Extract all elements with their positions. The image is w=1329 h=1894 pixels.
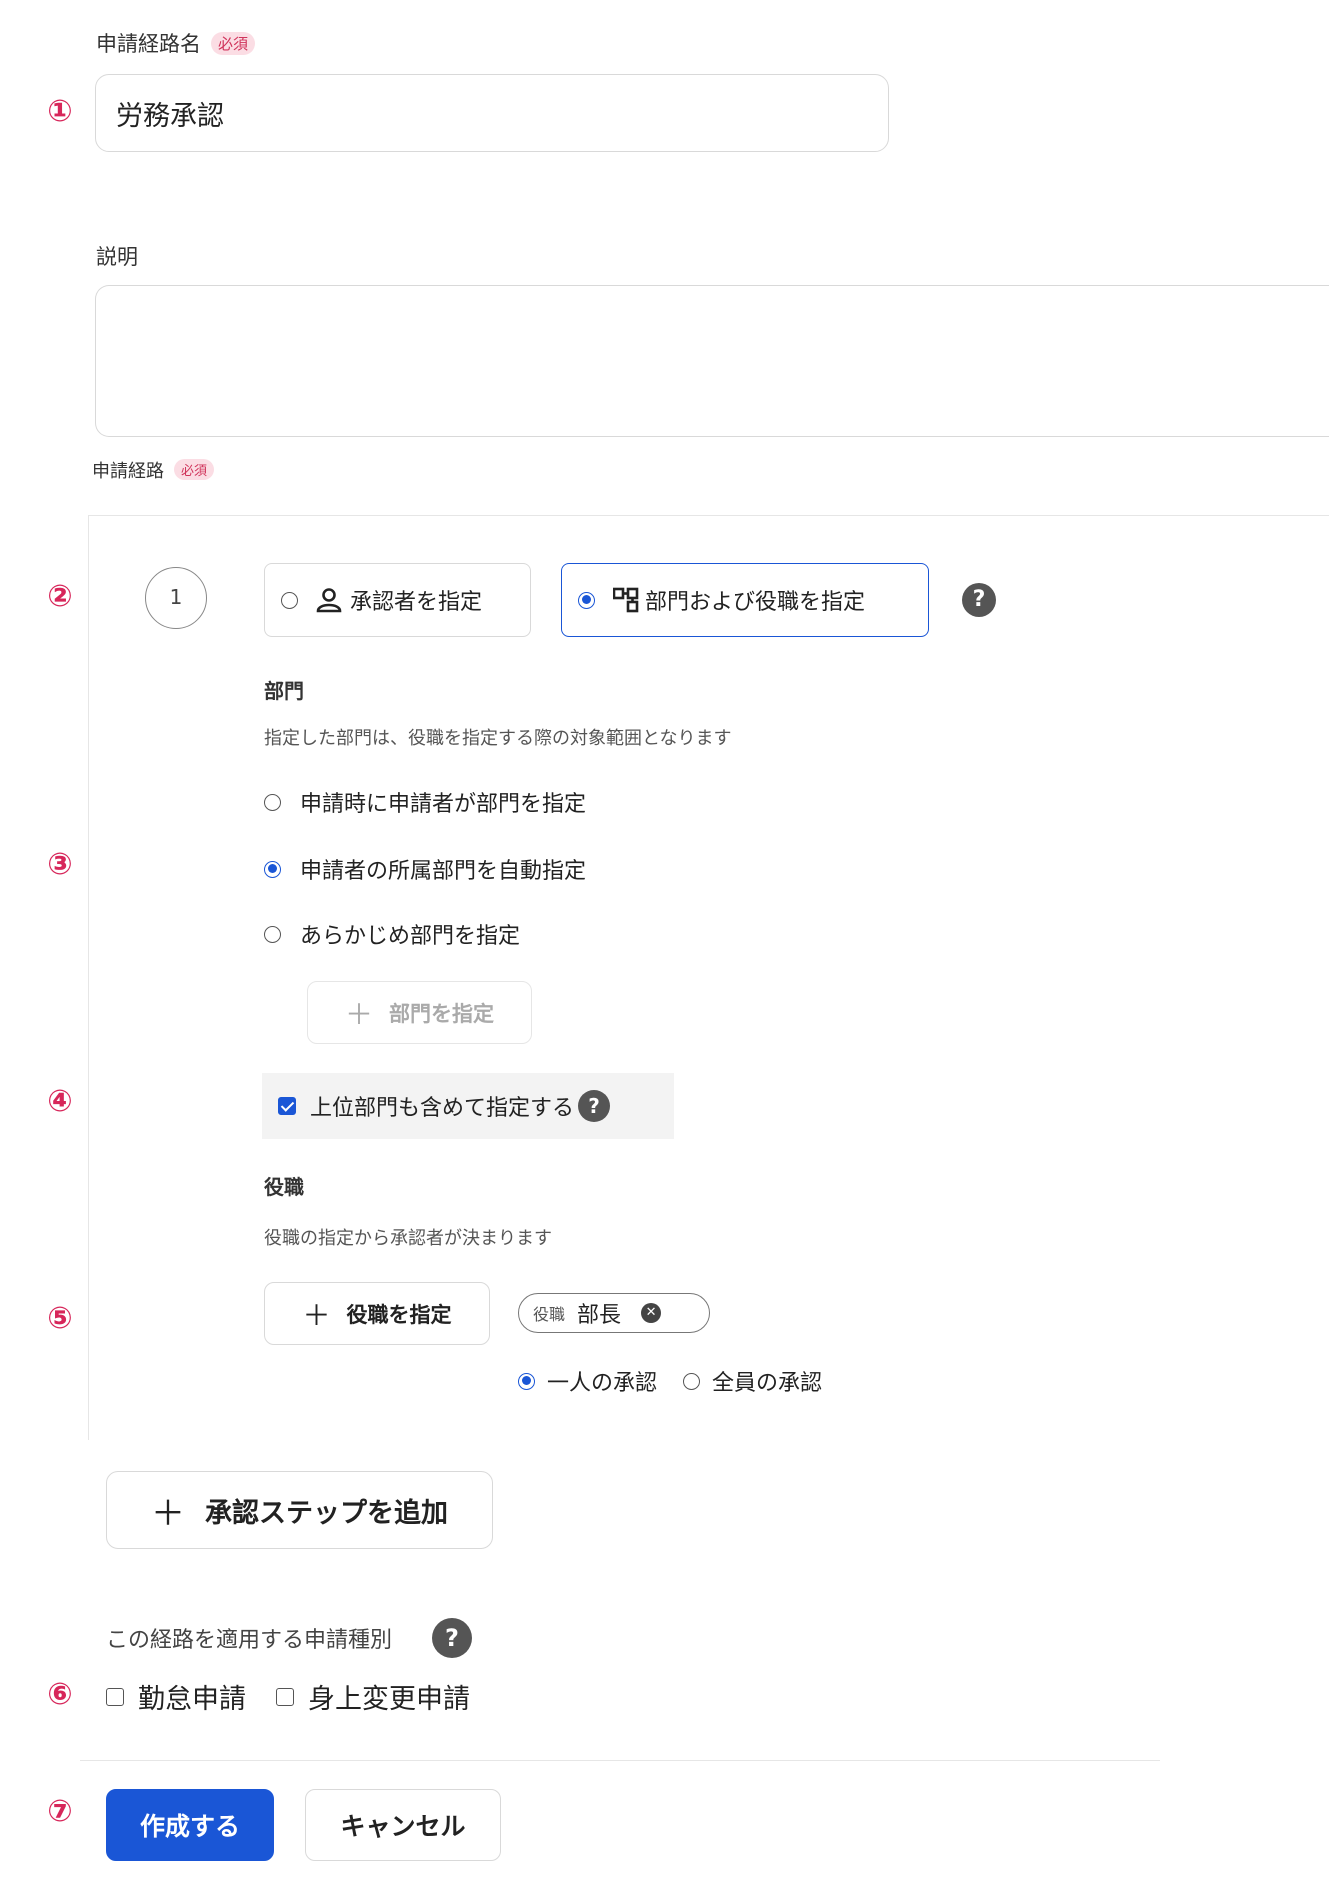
plus-icon: ＋ <box>151 1493 185 1534</box>
approval-mode-group: 一人の承認 全員の承認 <box>518 1365 822 1397</box>
include-parent-dept-checkbox[interactable] <box>278 1097 296 1115</box>
route-label: 申請経路 必須 <box>92 457 215 483</box>
option-specify-dept-position-label: 部門および役職を指定 <box>645 590 866 615</box>
cancel-button[interactable]: キャンセル <box>305 1789 501 1861</box>
radio-specify-approver[interactable] <box>281 591 298 609</box>
marker-2: ② <box>47 579 73 614</box>
create-button[interactable]: 作成する <box>106 1789 274 1861</box>
person-icon <box>316 588 342 613</box>
radio-dept-applicant-specifies[interactable] <box>264 793 281 811</box>
marker-5: ⑤ <box>47 1301 73 1336</box>
marker-3: ③ <box>47 847 73 882</box>
radio-dept-auto-affiliation[interactable] <box>264 860 281 878</box>
option-specify-approver-label: 承認者を指定 <box>350 590 483 615</box>
option-specify-dept-position[interactable]: 部門および役職を指定 <box>561 563 929 637</box>
application-types-label: この経路を適用する申請種別 ? <box>106 1618 473 1658</box>
route-name-label-text: 申請経路名 <box>96 32 201 56</box>
dept-choice-auto-affiliation[interactable]: 申請者の所属部門を自動指定 <box>264 853 586 885</box>
help-icon[interactable]: ? <box>432 1618 473 1658</box>
dept-choice-label: 申請者の所属部門を自動指定 <box>300 859 587 884</box>
all-approval-label: 全員の承認 <box>712 1371 823 1396</box>
specify-department-button-label: 部門を指定 <box>389 1001 494 1026</box>
application-types-label-text: この経路を適用する申請種別 <box>106 1628 393 1653</box>
required-badge: 必須 <box>211 32 256 55</box>
position-tag-value: 部長 <box>577 1303 622 1328</box>
marker-4: ④ <box>47 1084 73 1119</box>
help-icon[interactable]: ? <box>578 1090 611 1122</box>
plus-icon: ＋ <box>302 1298 331 1332</box>
plus-icon: ＋ <box>344 997 373 1031</box>
org-chart-icon <box>613 587 639 613</box>
required-badge: 必須 <box>174 459 215 480</box>
route-name-input[interactable]: 労務承認 <box>95 74 889 152</box>
application-types-options: 勤怠申請 身上変更申請 <box>106 1677 470 1716</box>
route-name-label: 申請経路名 必須 <box>96 28 256 58</box>
help-icon[interactable]: ? <box>962 583 996 617</box>
specify-position-button-label: 役職を指定 <box>346 1302 452 1327</box>
checkbox-personal-change[interactable] <box>276 1687 294 1706</box>
department-description: 指定した部門は、役職を指定する際の対象範囲となります <box>264 728 732 749</box>
marker-6: ⑥ <box>47 1677 73 1712</box>
radio-specify-dept-position[interactable] <box>578 591 595 609</box>
single-approval-label: 一人の承認 <box>547 1371 658 1396</box>
checkbox-attendance[interactable] <box>106 1687 124 1706</box>
include-parent-dept-box[interactable]: 上位部門も含めて指定する ? <box>262 1073 674 1139</box>
description-label: 説明 <box>96 245 138 269</box>
personal-change-label: 身上変更申請 <box>308 1684 470 1715</box>
add-approval-step-label: 承認ステップを追加 <box>205 1497 448 1529</box>
route-name-value: 労務承認 <box>116 100 224 132</box>
radio-all-approval[interactable] <box>683 1372 701 1390</box>
position-title: 役職 <box>264 1175 304 1199</box>
department-title: 部門 <box>264 679 304 703</box>
include-parent-dept-label: 上位部門も含めて指定する <box>310 1096 575 1121</box>
radio-single-approval[interactable] <box>518 1372 535 1390</box>
remove-tag-icon[interactable]: ✕ <box>641 1303 662 1323</box>
add-approval-step-button[interactable]: ＋ 承認ステップを追加 <box>106 1471 493 1549</box>
dept-choice-label: 申請時に申請者が部門を指定 <box>300 792 587 817</box>
option-specify-approver[interactable]: 承認者を指定 <box>264 563 531 637</box>
dept-choice-label: あらかじめ部門を指定 <box>300 924 521 949</box>
route-label-text: 申請経路 <box>92 461 164 482</box>
description-textarea[interactable] <box>95 285 1329 437</box>
radio-dept-predefined[interactable] <box>264 925 281 943</box>
dept-choice-predefined[interactable]: あらかじめ部門を指定 <box>264 918 520 950</box>
specify-department-button[interactable]: ＋ 部門を指定 <box>307 981 532 1044</box>
attendance-label: 勤怠申請 <box>138 1684 246 1715</box>
specify-position-button[interactable]: ＋ 役職を指定 <box>264 1282 490 1345</box>
dept-choice-applicant-specifies[interactable]: 申請時に申請者が部門を指定 <box>264 786 586 818</box>
footer-divider <box>80 1760 1160 1761</box>
position-tag-prefix: 役職 <box>533 1305 566 1324</box>
position-description: 役職の指定から承認者が決まります <box>264 1228 552 1249</box>
position-tag: 役職 部長 ✕ <box>518 1293 710 1333</box>
marker-1: ① <box>47 94 73 129</box>
marker-7: ⑦ <box>47 1794 73 1829</box>
step-number-badge: 1 <box>145 567 207 629</box>
